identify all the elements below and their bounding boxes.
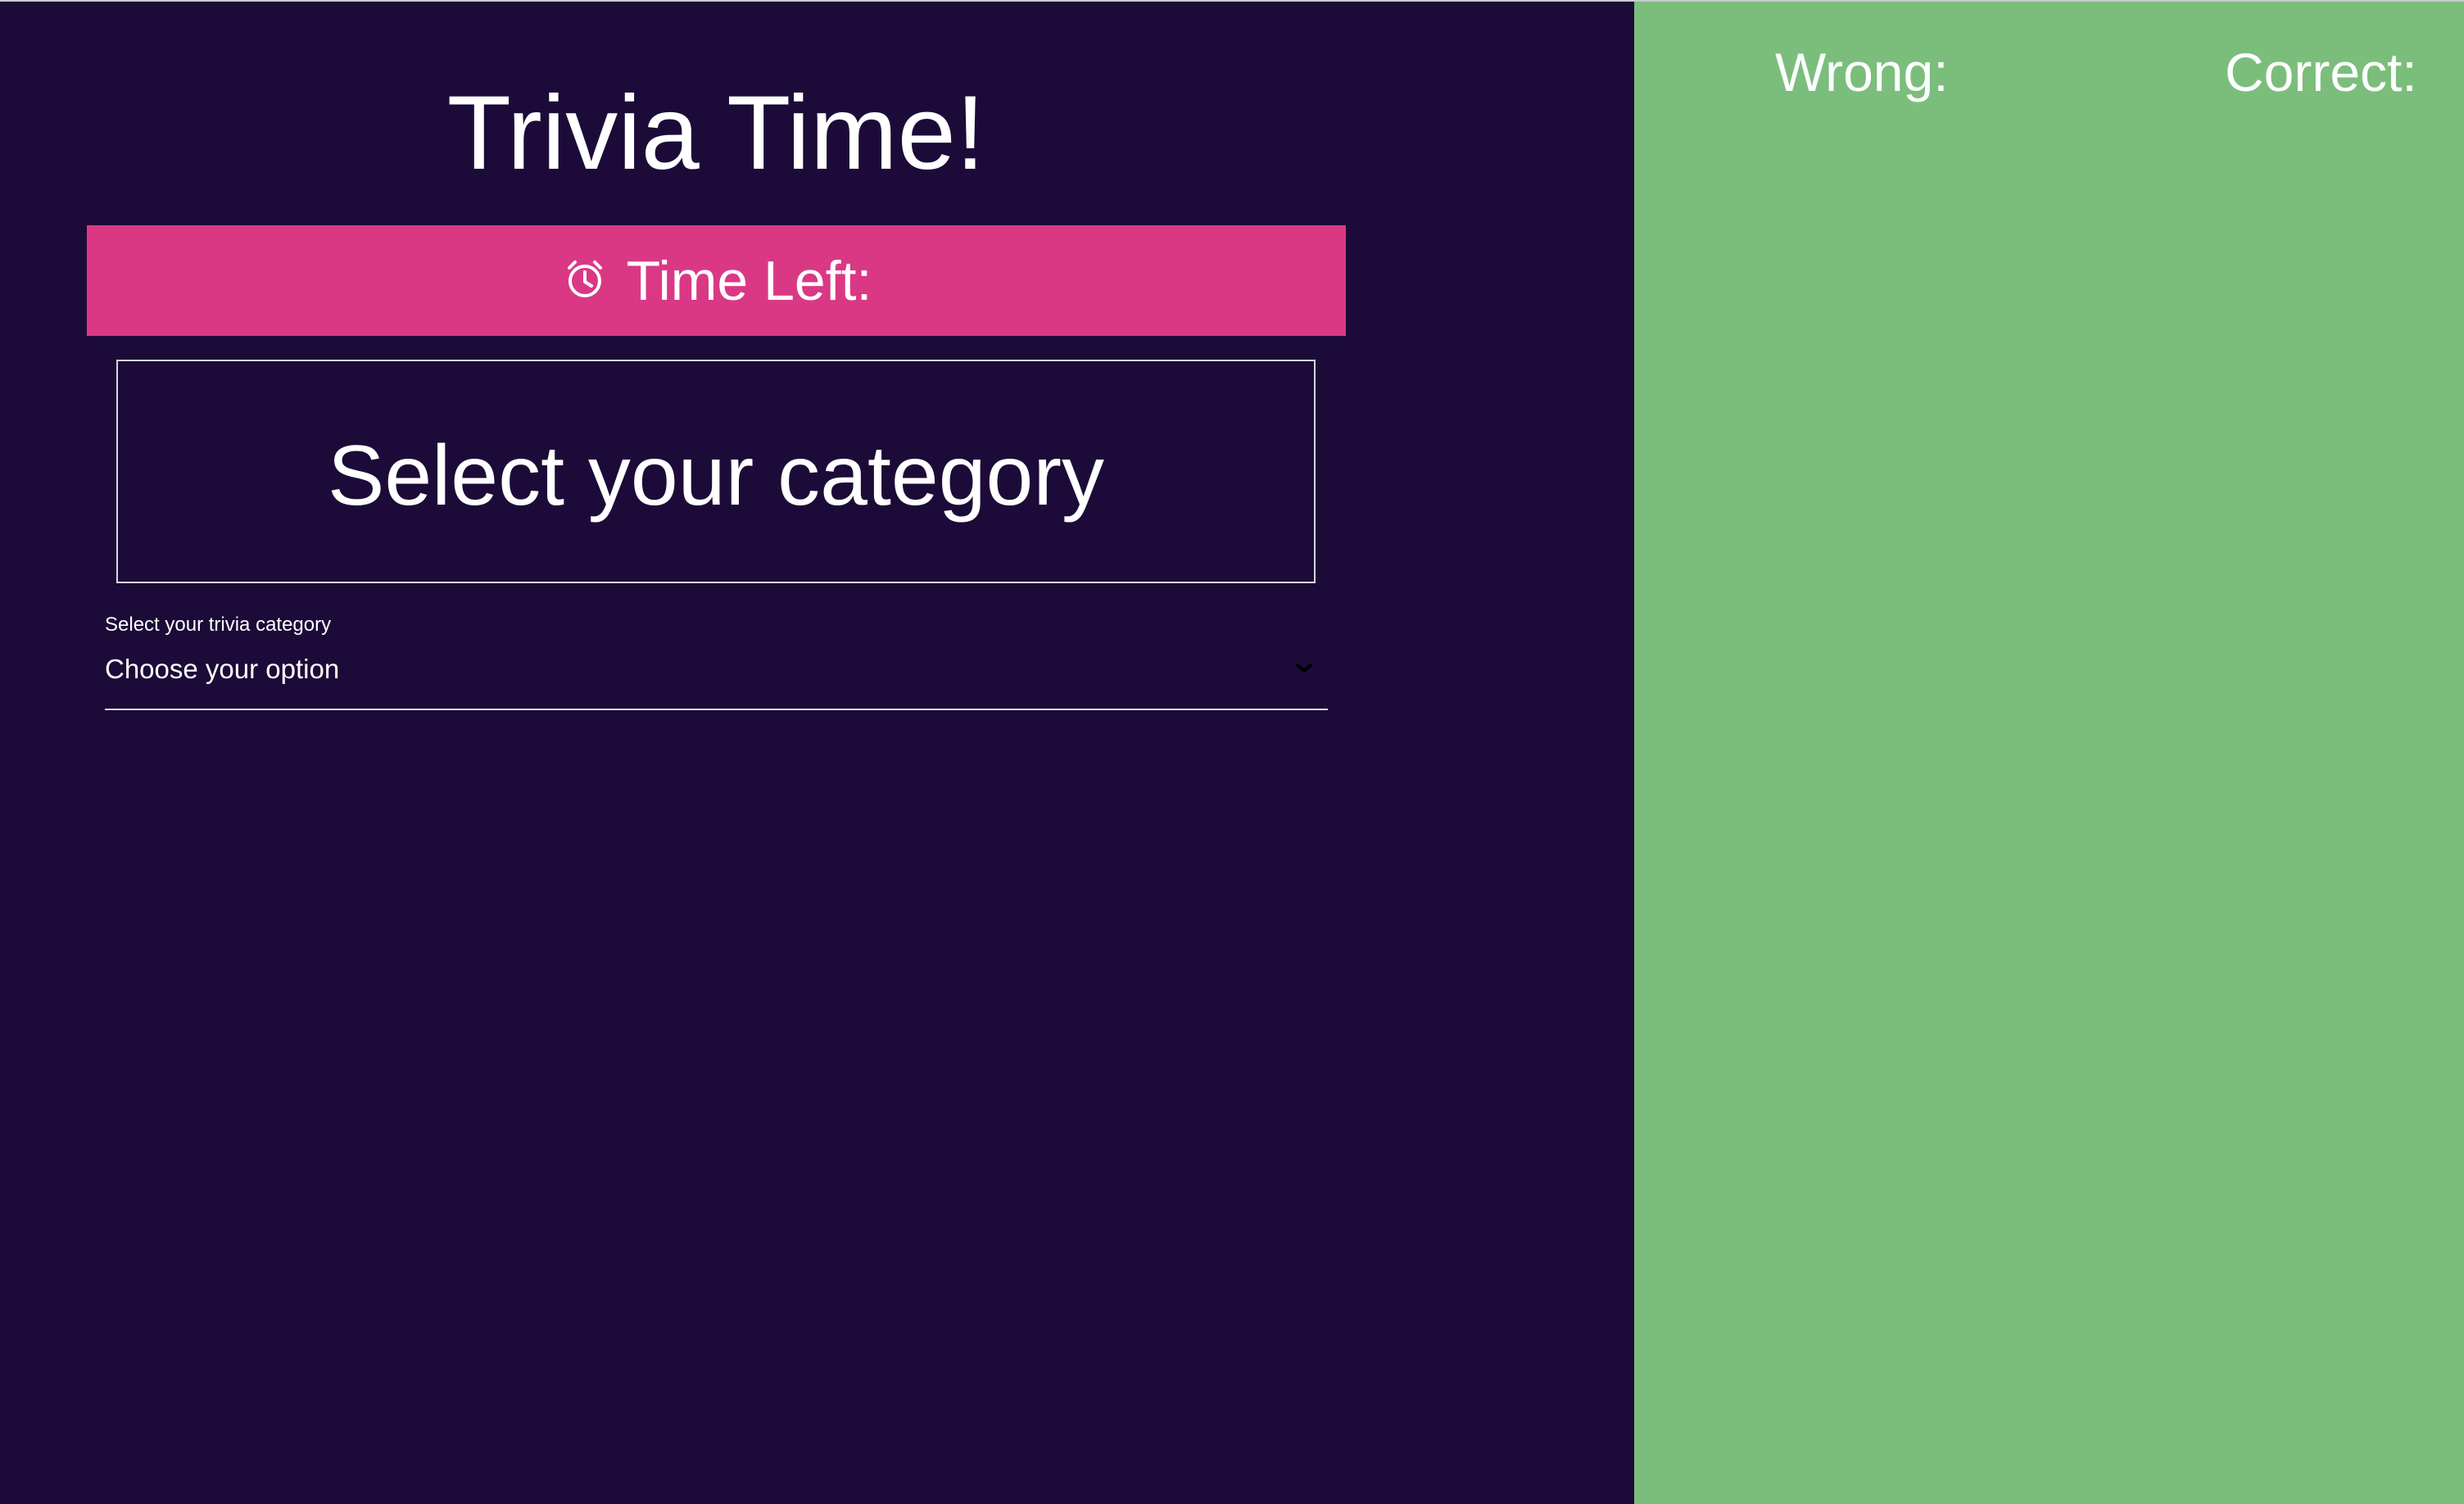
trivia-page: Trivia Time! Time Left: Select your cate…: [0, 0, 2464, 1504]
category-select-label: Select your trivia category: [105, 614, 332, 636]
score-panel: Wrong: Correct:: [1634, 2, 2464, 1504]
chevron-down-icon[interactable]: [1295, 663, 1313, 674]
timer-bar: Time Left:: [87, 225, 1346, 336]
wrong-score-label: Wrong:: [1775, 42, 1949, 102]
category-select[interactable]: Select your trivia category Choose your …: [105, 612, 1328, 710]
alarm-clock-icon: [561, 256, 609, 303]
correct-score-label: Correct:: [2225, 42, 2417, 102]
app-title: Trivia Time!: [446, 75, 985, 192]
time-left-label: Time Left:: [626, 249, 872, 312]
category-selected-value[interactable]: Choose your option: [105, 652, 339, 686]
trivia-main-panel: Trivia Time! Time Left: Select your cate…: [0, 2, 1634, 1504]
question-text: Select your category: [327, 428, 1105, 523]
question-card: Select your category: [116, 360, 1316, 583]
